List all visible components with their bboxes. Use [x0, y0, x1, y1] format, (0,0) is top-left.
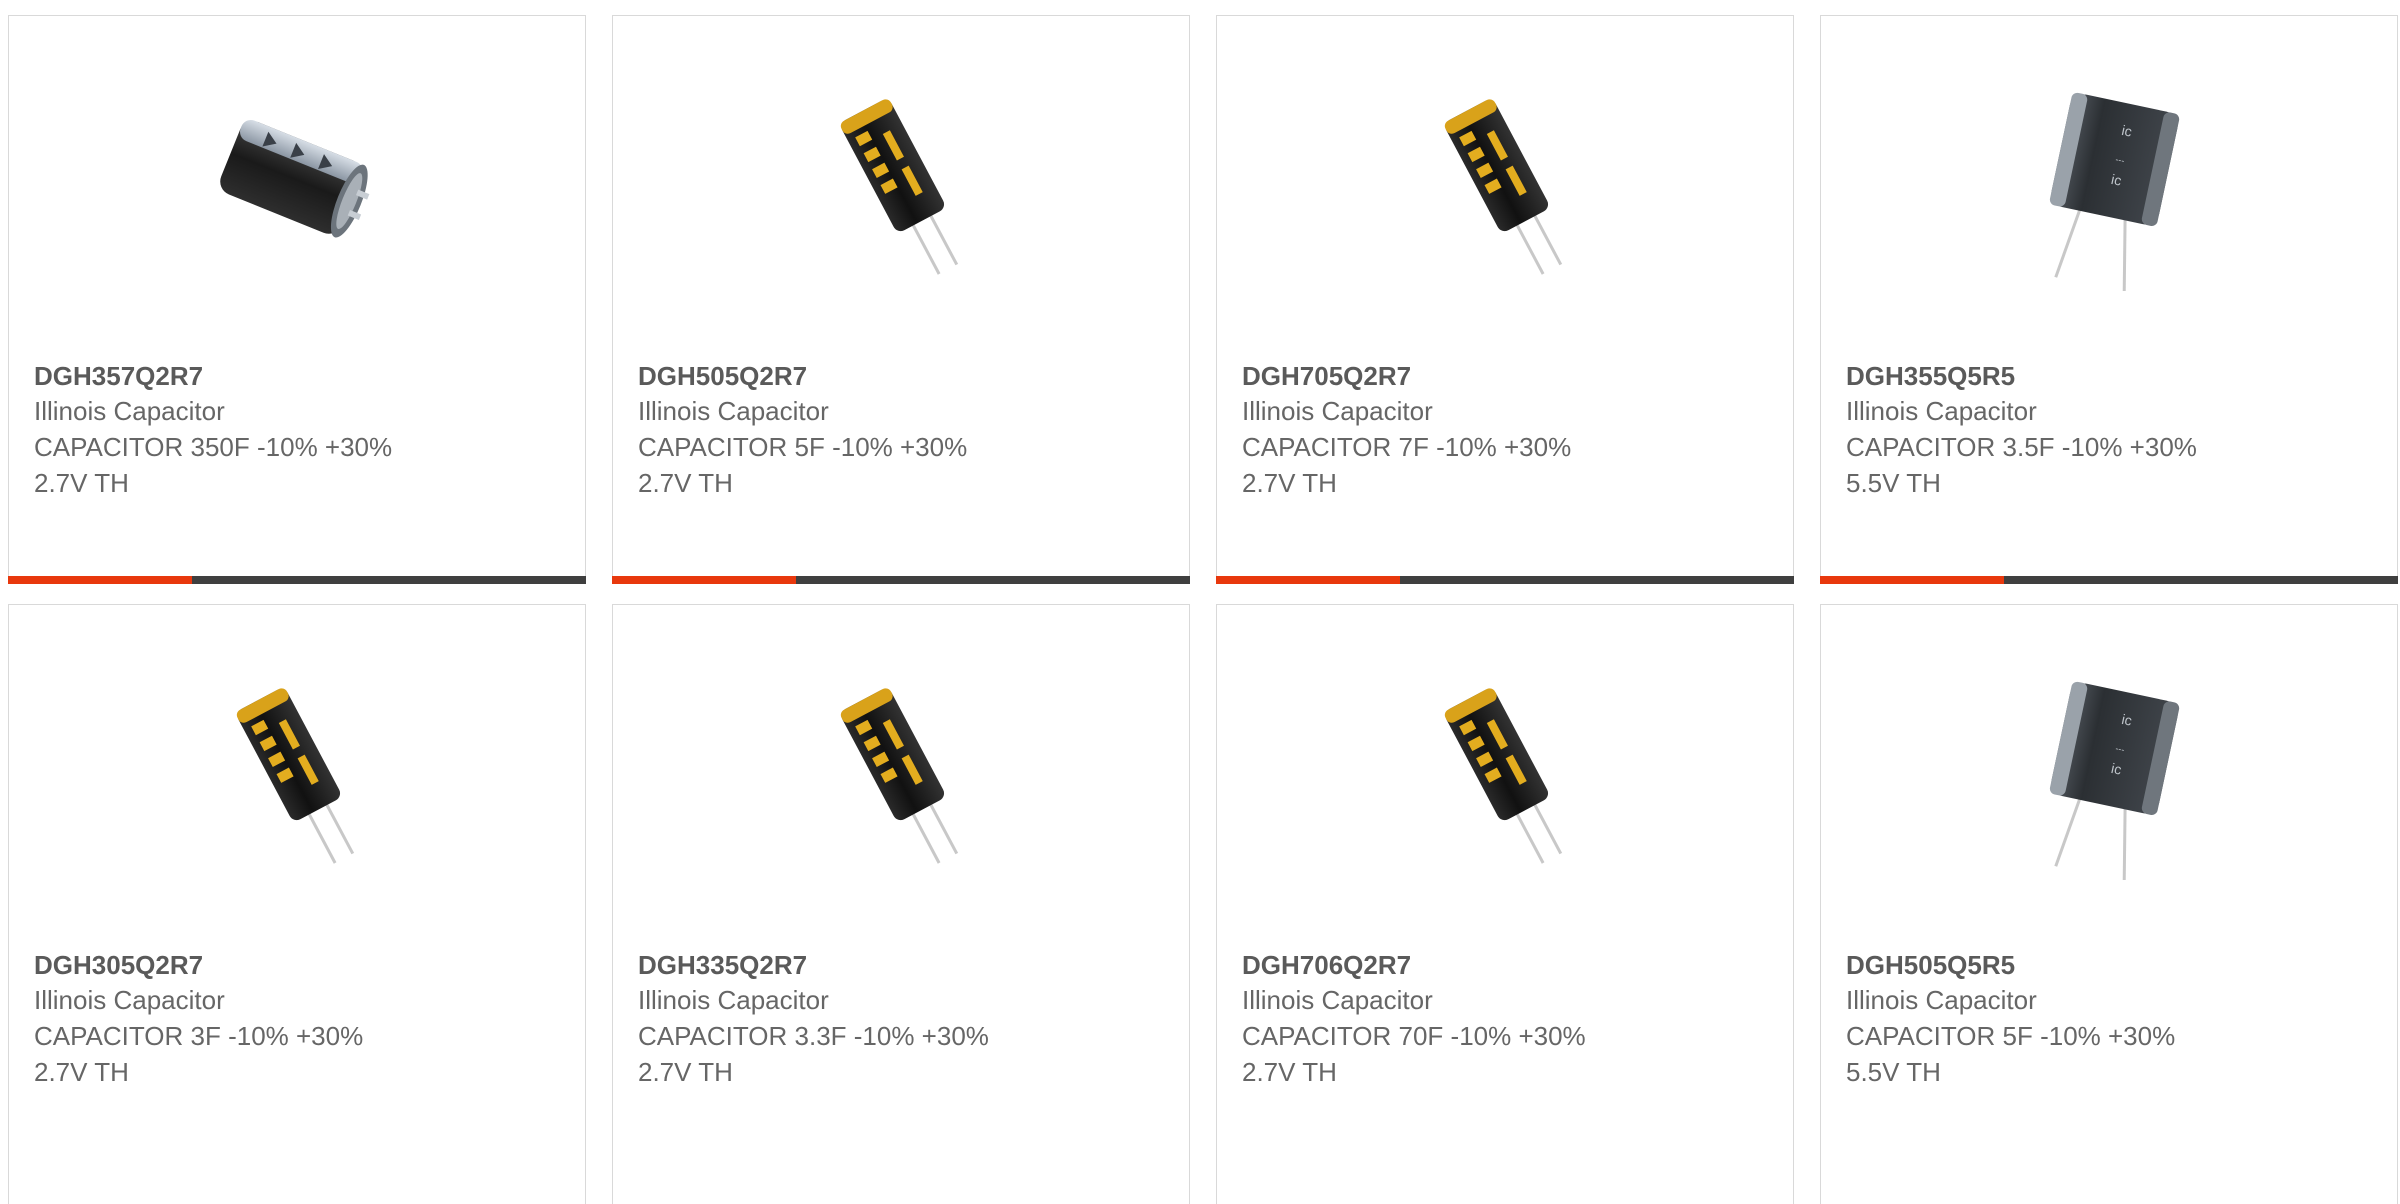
- product-card[interactable]: DGH706Q2R7 Illinois Capacitor CAPACITOR …: [1216, 604, 1794, 1204]
- card-accent: [1820, 576, 2004, 584]
- description: CAPACITOR 5F -10% +30%: [638, 432, 968, 462]
- card-footer-bar: [1820, 576, 2398, 584]
- capacitor-can-icon: [9, 56, 585, 306]
- capacitor-radial-icon: [1217, 645, 1793, 895]
- description-voltage: 2.7V TH: [638, 468, 733, 498]
- product-card[interactable]: ic --- ic DGH355Q5R5 Illinois Capacitor …: [1820, 15, 2398, 584]
- product-card[interactable]: DGH357Q2R7 Illinois Capacitor CAPACITOR …: [8, 15, 586, 584]
- product-info: DGH335Q2R7 Illinois Capacitor CAPACITOR …: [638, 948, 1164, 1090]
- product-info: DGH305Q2R7 Illinois Capacitor CAPACITOR …: [34, 948, 560, 1090]
- manufacturer: Illinois Capacitor: [1846, 396, 2037, 426]
- part-number[interactable]: DGH305Q2R7: [34, 948, 560, 982]
- description-voltage: 2.7V TH: [34, 1057, 129, 1087]
- manufacturer: Illinois Capacitor: [1242, 396, 1433, 426]
- product-grid: DGH357Q2R7 Illinois Capacitor CAPACITOR …: [0, 0, 2400, 1204]
- product-info: DGH357Q2R7 Illinois Capacitor CAPACITOR …: [34, 359, 560, 501]
- card-footer-bar: [8, 576, 586, 584]
- product-info: DGH355Q5R5 Illinois Capacitor CAPACITOR …: [1846, 359, 2372, 501]
- capacitor-module-icon: ic --- ic: [1821, 56, 2397, 306]
- description: CAPACITOR 70F -10% +30%: [1242, 1021, 1586, 1051]
- description-voltage: 2.7V TH: [1242, 1057, 1337, 1087]
- card-accent: [1216, 576, 1400, 584]
- description-voltage: 2.7V TH: [1242, 468, 1337, 498]
- description-voltage: 5.5V TH: [1846, 468, 1941, 498]
- part-number[interactable]: DGH335Q2R7: [638, 948, 1164, 982]
- part-number[interactable]: DGH355Q5R5: [1846, 359, 2372, 393]
- manufacturer: Illinois Capacitor: [1846, 985, 2037, 1015]
- capacitor-radial-icon: [9, 645, 585, 895]
- part-number[interactable]: DGH505Q5R5: [1846, 948, 2372, 982]
- product-card[interactable]: DGH705Q2R7 Illinois Capacitor CAPACITOR …: [1216, 15, 1794, 584]
- product-card[interactable]: DGH335Q2R7 Illinois Capacitor CAPACITOR …: [612, 604, 1190, 1204]
- part-number[interactable]: DGH705Q2R7: [1242, 359, 1768, 393]
- capacitor-module-icon: ic --- ic: [1821, 645, 2397, 895]
- description: CAPACITOR 7F -10% +30%: [1242, 432, 1572, 462]
- product-card[interactable]: DGH505Q2R7 Illinois Capacitor CAPACITOR …: [612, 15, 1190, 584]
- manufacturer: Illinois Capacitor: [1242, 985, 1433, 1015]
- product-card[interactable]: DGH305Q2R7 Illinois Capacitor CAPACITOR …: [8, 604, 586, 1204]
- description-voltage: 2.7V TH: [34, 468, 129, 498]
- description: CAPACITOR 350F -10% +30%: [34, 432, 393, 462]
- card-accent: [8, 576, 192, 584]
- product-info: DGH705Q2R7 Illinois Capacitor CAPACITOR …: [1242, 359, 1768, 501]
- product-card[interactable]: ic --- ic DGH505Q5R5 Illinois Capacitor …: [1820, 604, 2398, 1204]
- manufacturer: Illinois Capacitor: [34, 396, 225, 426]
- product-info: DGH505Q5R5 Illinois Capacitor CAPACITOR …: [1846, 948, 2372, 1090]
- product-info: DGH706Q2R7 Illinois Capacitor CAPACITOR …: [1242, 948, 1768, 1090]
- description-voltage: 5.5V TH: [1846, 1057, 1941, 1087]
- manufacturer: Illinois Capacitor: [638, 985, 829, 1015]
- capacitor-radial-icon: [613, 645, 1189, 895]
- description-voltage: 2.7V TH: [638, 1057, 733, 1087]
- description: CAPACITOR 3.5F -10% +30%: [1846, 432, 2197, 462]
- capacitor-radial-icon: [1217, 56, 1793, 306]
- description: CAPACITOR 3.3F -10% +30%: [638, 1021, 989, 1051]
- card-footer-bar: [612, 576, 1190, 584]
- product-info: DGH505Q2R7 Illinois Capacitor CAPACITOR …: [638, 359, 1164, 501]
- description: CAPACITOR 3F -10% +30%: [34, 1021, 364, 1051]
- card-footer-bar: [1216, 576, 1794, 584]
- manufacturer: Illinois Capacitor: [34, 985, 225, 1015]
- part-number[interactable]: DGH357Q2R7: [34, 359, 560, 393]
- part-number[interactable]: DGH505Q2R7: [638, 359, 1164, 393]
- part-number[interactable]: DGH706Q2R7: [1242, 948, 1768, 982]
- capacitor-radial-icon: [613, 56, 1189, 306]
- manufacturer: Illinois Capacitor: [638, 396, 829, 426]
- card-accent: [612, 576, 796, 584]
- description: CAPACITOR 5F -10% +30%: [1846, 1021, 2176, 1051]
